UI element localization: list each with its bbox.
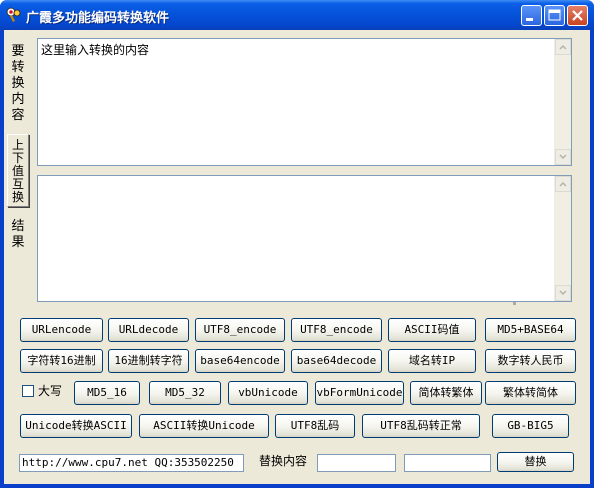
- client-area: 要转换内容 这里输入转换的内容 上下值互换 结果 URLencode URLde…: [4, 30, 590, 484]
- swap-values-button[interactable]: 上下值互换: [7, 134, 29, 207]
- hex-to-char-button[interactable]: 16进制转字符: [108, 349, 189, 373]
- maximize-button[interactable]: [544, 5, 565, 26]
- input-scrollbar[interactable]: [554, 39, 571, 165]
- swap-values-label: 上下值互换: [11, 138, 24, 204]
- scroll-up-button[interactable]: [555, 39, 571, 55]
- number-to-rmb-button[interactable]: 数字转人民币: [485, 349, 576, 373]
- app-icon: [6, 7, 21, 22]
- minimize-button[interactable]: [521, 5, 542, 26]
- input-text: 这里输入转换的内容: [41, 43, 150, 57]
- scroll-down-button[interactable]: [555, 285, 571, 301]
- app-window: 广霞多功能编码转换软件 要转换内容 这里输入转换的内容 上下值互换 结果 URL…: [0, 0, 594, 488]
- result-label: 结果: [11, 219, 25, 250]
- vbformunicode-button[interactable]: vbFormUnicode: [315, 381, 404, 405]
- urlencode-button[interactable]: URLencode: [20, 318, 103, 342]
- uppercase-label: 大写: [38, 384, 63, 398]
- title-bar[interactable]: 广霞多功能编码转换软件: [0, 0, 594, 30]
- scroll-up-button[interactable]: [555, 176, 571, 192]
- close-icon: [572, 10, 583, 21]
- resize-grip-icon: [513, 302, 516, 305]
- domain-to-ip-button[interactable]: 域名转IP: [388, 349, 476, 373]
- base64decode-button[interactable]: base64decode: [291, 349, 382, 373]
- md5-base64-button[interactable]: MD5+BASE64: [485, 318, 576, 342]
- traditional-to-simplified-button[interactable]: 繁体转简体: [485, 381, 576, 405]
- replace-text-field[interactable]: [404, 454, 491, 472]
- chevron-up-icon: [559, 181, 567, 187]
- base64encode-button[interactable]: base64encode: [195, 349, 285, 373]
- maximize-icon: [548, 9, 561, 21]
- utf8-garble-button[interactable]: UTF8乱码: [275, 414, 355, 438]
- ascii-to-unicode-button[interactable]: ASCII转换Unicode: [139, 414, 269, 438]
- result-textarea[interactable]: [37, 175, 572, 302]
- vbunicode-button[interactable]: vbUnicode: [228, 381, 308, 405]
- input-label: 要转换内容: [11, 44, 25, 123]
- uppercase-checkbox[interactable]: [22, 385, 34, 397]
- input-textarea[interactable]: 这里输入转换的内容: [37, 38, 572, 166]
- result-scrollbar[interactable]: [554, 176, 571, 301]
- chevron-down-icon: [559, 290, 567, 296]
- urldecode-button[interactable]: URLdecode: [108, 318, 189, 342]
- replace-content-label: 替换内容: [259, 454, 308, 468]
- utf8-encode-button-2[interactable]: UTF8_encode: [291, 318, 382, 342]
- close-button[interactable]: [567, 5, 588, 26]
- ascii-code-button[interactable]: ASCII码值: [388, 318, 476, 342]
- chevron-down-icon: [559, 154, 567, 160]
- utf8-encode-button[interactable]: UTF8_encode: [195, 318, 285, 342]
- scroll-down-button[interactable]: [555, 149, 571, 165]
- md5-32-button[interactable]: MD5_32: [149, 381, 221, 405]
- utf8-fix-garble-button[interactable]: UTF8乱码转正常: [362, 414, 480, 438]
- chevron-up-icon: [559, 44, 567, 50]
- char-to-hex-button[interactable]: 字符转16进制: [20, 349, 103, 373]
- info-field[interactable]: http://www.cpu7.net QQ:353502250: [19, 454, 244, 472]
- replace-button[interactable]: 替换: [497, 452, 574, 472]
- find-text-field[interactable]: [317, 454, 396, 472]
- md5-16-button[interactable]: MD5_16: [74, 381, 140, 405]
- gb-big5-button[interactable]: GB-BIG5: [492, 414, 569, 438]
- window-title: 广霞多功能编码转换软件: [26, 11, 170, 26]
- simplified-to-traditional-button[interactable]: 简体转繁体: [410, 381, 482, 405]
- unicode-to-ascii-button[interactable]: Unicode转换ASCII: [20, 414, 132, 438]
- minimize-icon: [526, 18, 533, 21]
